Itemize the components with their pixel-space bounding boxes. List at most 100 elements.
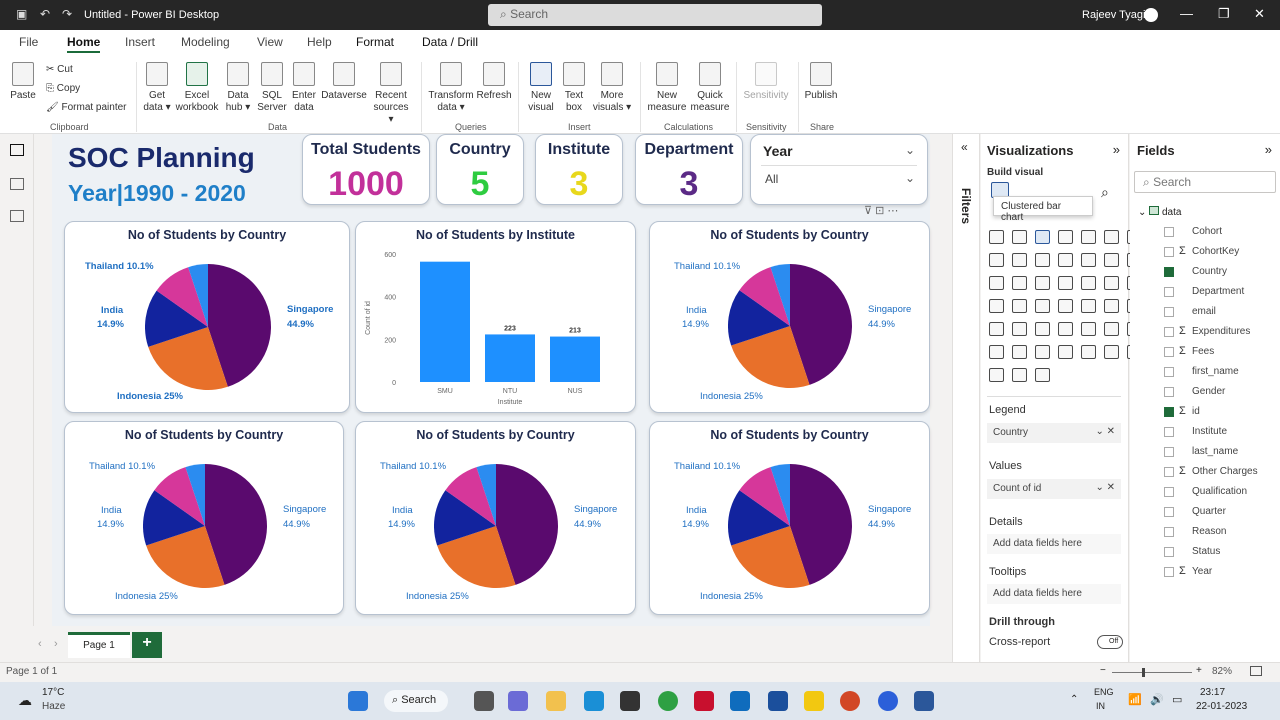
sql-server-button[interactable]: SQL Server — [256, 62, 288, 114]
pie-chart-card-2[interactable]: No of Students by Country Thailand 10.1%… — [649, 221, 930, 413]
visual-type-icon[interactable] — [1081, 345, 1096, 359]
close-icon[interactable]: ✕ — [1254, 6, 1265, 22]
get-data-button[interactable]: Get data ▾ — [142, 62, 172, 114]
visual-type-icon[interactable] — [1012, 299, 1027, 313]
visual-type-icon[interactable] — [1012, 345, 1027, 359]
powerpoint-icon[interactable] — [840, 691, 860, 711]
zoom-out-icon[interactable]: − — [1100, 665, 1106, 676]
task-view-icon[interactable] — [474, 691, 494, 711]
excel-workbook-button[interactable]: Excel workbook — [174, 62, 220, 114]
cross-report-toggle[interactable]: Off — [1097, 635, 1123, 649]
pie-chart[interactable] — [145, 264, 271, 390]
user-name[interactable]: Rajeev Tyagi — [1082, 9, 1145, 21]
paste-button[interactable]: Paste — [8, 62, 38, 102]
visual-type-icon[interactable] — [1058, 345, 1073, 359]
visual-type-icon[interactable] — [1035, 322, 1050, 336]
visual-type-icon[interactable] — [1058, 230, 1073, 244]
volume-icon[interactable]: 🔊 — [1150, 693, 1164, 706]
visual-type-icon[interactable] — [1035, 253, 1050, 267]
store-icon[interactable] — [620, 691, 640, 711]
field-checkbox[interactable] — [1164, 527, 1174, 537]
prev-page-icon[interactable]: ‹ — [38, 638, 42, 650]
field-checkbox[interactable] — [1164, 347, 1174, 357]
zoom-slider[interactable] — [1112, 672, 1192, 673]
filters-pane[interactable]: « Filters — [952, 134, 980, 662]
visual-type-icon[interactable] — [1104, 230, 1119, 244]
refresh-button[interactable]: Refresh — [476, 62, 512, 102]
chrome-icon[interactable] — [658, 691, 678, 711]
report-view-icon[interactable] — [10, 144, 24, 156]
language-region[interactable]: IN — [1096, 701, 1105, 711]
expand-icon[interactable]: » — [1265, 142, 1272, 157]
pie-chart-card-5[interactable]: No of Students by Country Thailand 10.1%… — [649, 421, 930, 615]
expand-icon[interactable]: » — [1113, 142, 1120, 157]
visual-type-icon[interactable] — [1104, 299, 1119, 313]
visual-type-icon[interactable] — [1012, 230, 1027, 244]
bar-chart-card[interactable]: No of Students by Institute 0 200 400 600 Co… — [355, 221, 636, 413]
tab-insert[interactable]: Insert — [125, 35, 155, 49]
visual-type-icon[interactable] — [989, 368, 1004, 382]
field-checkbox[interactable] — [1164, 287, 1174, 297]
data-view-icon[interactable] — [10, 178, 24, 190]
recent-sources-button[interactable]: Recent sources ▾ — [370, 62, 412, 126]
format-painter-button[interactable]: 🖌 Format painter — [46, 102, 127, 113]
tab-modeling[interactable]: Modeling — [181, 35, 230, 49]
wifi-icon[interactable]: 📶 — [1128, 693, 1142, 706]
visual-type-icon[interactable] — [1104, 345, 1119, 359]
tray-chevron-icon[interactable]: ⌃ — [1070, 694, 1078, 705]
edge-icon[interactable] — [584, 691, 604, 711]
visual-type-icon[interactable] — [1035, 276, 1050, 290]
visual-type-icon[interactable] — [989, 299, 1004, 313]
avatar[interactable] — [1144, 8, 1158, 22]
analytics-search-icon[interactable]: ⌕ — [1101, 184, 1109, 201]
pie-chart[interactable] — [728, 264, 852, 388]
more-visuals-button[interactable]: More visuals ▾ — [592, 62, 632, 114]
tab-home[interactable]: Home — [67, 35, 101, 53]
visual-type-icon[interactable] — [1081, 276, 1096, 290]
battery-icon[interactable]: ▭ — [1172, 693, 1182, 706]
redo-icon[interactable]: ↷ — [62, 7, 72, 21]
field-checkbox[interactable] — [1164, 567, 1174, 577]
legend-well[interactable]: Country ⌄ ✕ — [987, 423, 1121, 443]
weather-icon[interactable]: ☁ — [18, 692, 32, 709]
field-checkbox[interactable] — [1164, 447, 1174, 457]
visual-header-icons[interactable]: ⊽ ⊡ ⋯ — [864, 204, 898, 217]
pie-chart[interactable] — [728, 464, 852, 588]
field-checkbox[interactable] — [1164, 267, 1174, 277]
details-well[interactable]: Add data fields here — [987, 534, 1121, 554]
visual-type-icon[interactable] — [1012, 276, 1027, 290]
pie-chart-card-1[interactable]: No of Students by Country Thailand 10.1%… — [64, 221, 350, 413]
model-view-icon[interactable] — [10, 210, 24, 222]
field-checkbox[interactable] — [1164, 227, 1174, 237]
tab-help[interactable]: Help — [307, 35, 332, 49]
publish-button[interactable]: Publish — [802, 62, 840, 102]
zoom-thumb[interactable] — [1142, 668, 1145, 677]
data-hub-button[interactable]: Data hub ▾ — [222, 62, 254, 114]
cut-button[interactable]: ✂ Cut — [46, 64, 73, 75]
visual-type-icon[interactable] — [1058, 276, 1073, 290]
tooltips-well[interactable]: Add data fields here — [987, 584, 1121, 604]
start-icon[interactable] — [348, 691, 368, 711]
pie-chart-card-4[interactable]: No of Students by Country Thailand 10.1%… — [355, 421, 636, 615]
chevron-down-icon[interactable]: ⌄ — [905, 171, 915, 185]
taskbar-search[interactable]: ⌕ Search — [384, 690, 448, 712]
undo-icon[interactable]: ↶ — [40, 7, 50, 21]
pie-chart[interactable] — [143, 464, 267, 588]
visual-type-icon[interactable] — [1058, 253, 1073, 267]
visual-type-icon[interactable] — [1035, 345, 1050, 359]
remove-icon[interactable]: ⌄ ✕ — [1095, 482, 1115, 493]
field-checkbox[interactable] — [1164, 367, 1174, 377]
copy-button[interactable]: ⎘ Copy — [46, 83, 80, 94]
year-slicer[interactable]: Year ⌄ All ⌄ — [750, 134, 928, 205]
field-checkbox[interactable] — [1164, 547, 1174, 557]
visual-type-icon[interactable] — [989, 322, 1004, 336]
kpi-country[interactable]: Country 5 — [436, 134, 524, 205]
app-icon[interactable] — [878, 691, 898, 711]
transform-data-button[interactable]: Transform data ▾ — [428, 62, 474, 114]
visual-type-icon[interactable] — [1081, 230, 1096, 244]
visual-type-icon[interactable] — [1104, 253, 1119, 267]
visual-type-icon[interactable] — [1081, 299, 1096, 313]
bar-chart[interactable]: 0 200 400 600 Count of id SMU 223 NTU 213 NUS Inst… — [356, 222, 637, 414]
next-page-icon[interactable]: › — [54, 638, 58, 650]
new-measure-button[interactable]: New measure — [646, 62, 688, 114]
